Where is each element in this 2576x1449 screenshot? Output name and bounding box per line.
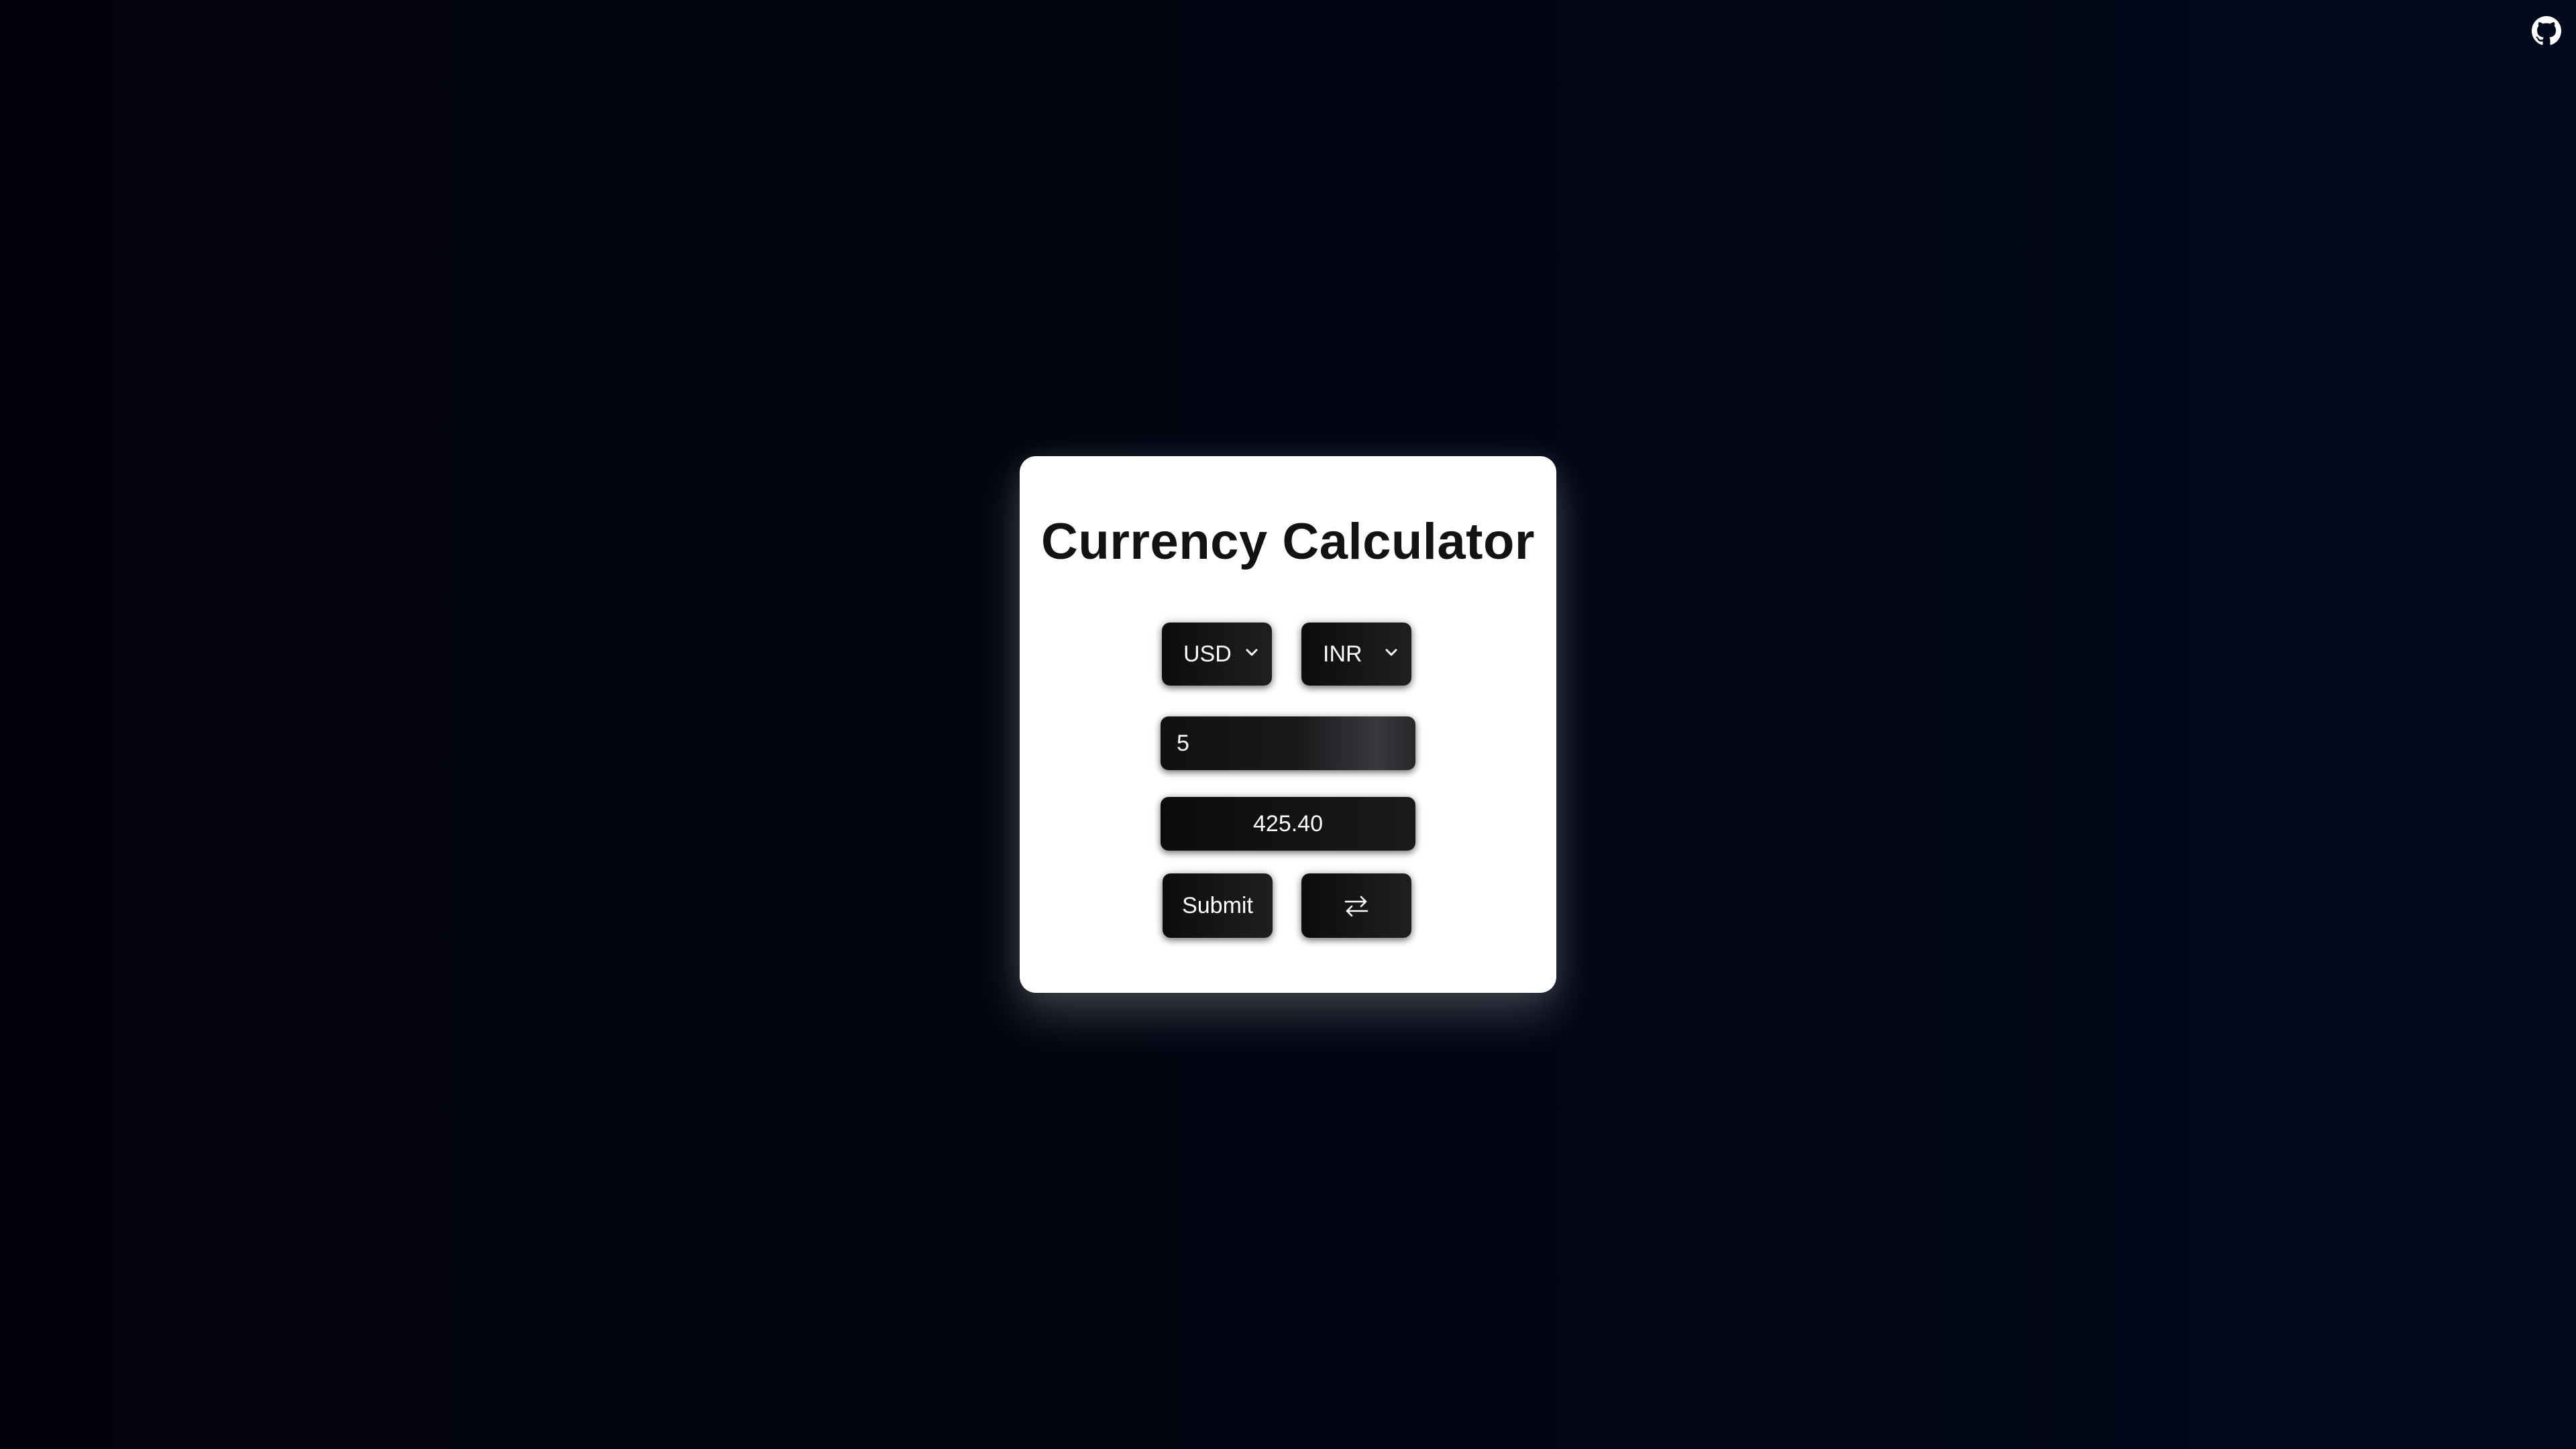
swap-button[interactable]: [1301, 873, 1411, 938]
to-currency-select[interactable]: INR: [1301, 623, 1411, 686]
submit-button[interactable]: Submit: [1163, 873, 1273, 938]
github-icon: [2532, 16, 2561, 45]
from-currency-value: USD: [1183, 641, 1232, 667]
chevron-down-icon: [1385, 649, 1397, 656]
to-currency-value: INR: [1323, 641, 1362, 667]
github-link[interactable]: [2532, 16, 2561, 46]
chevron-down-icon: [1246, 649, 1258, 656]
converter-card: Currency Calculator USD INR 5 425.40 Sub…: [1020, 456, 1556, 993]
from-currency-select[interactable]: USD: [1162, 623, 1272, 686]
amount-input[interactable]: 5: [1161, 716, 1415, 770]
result-output: 425.40: [1161, 797, 1415, 851]
swap-arrows-icon: [1344, 896, 1368, 917]
page-title: Currency Calculator: [1041, 513, 1535, 570]
